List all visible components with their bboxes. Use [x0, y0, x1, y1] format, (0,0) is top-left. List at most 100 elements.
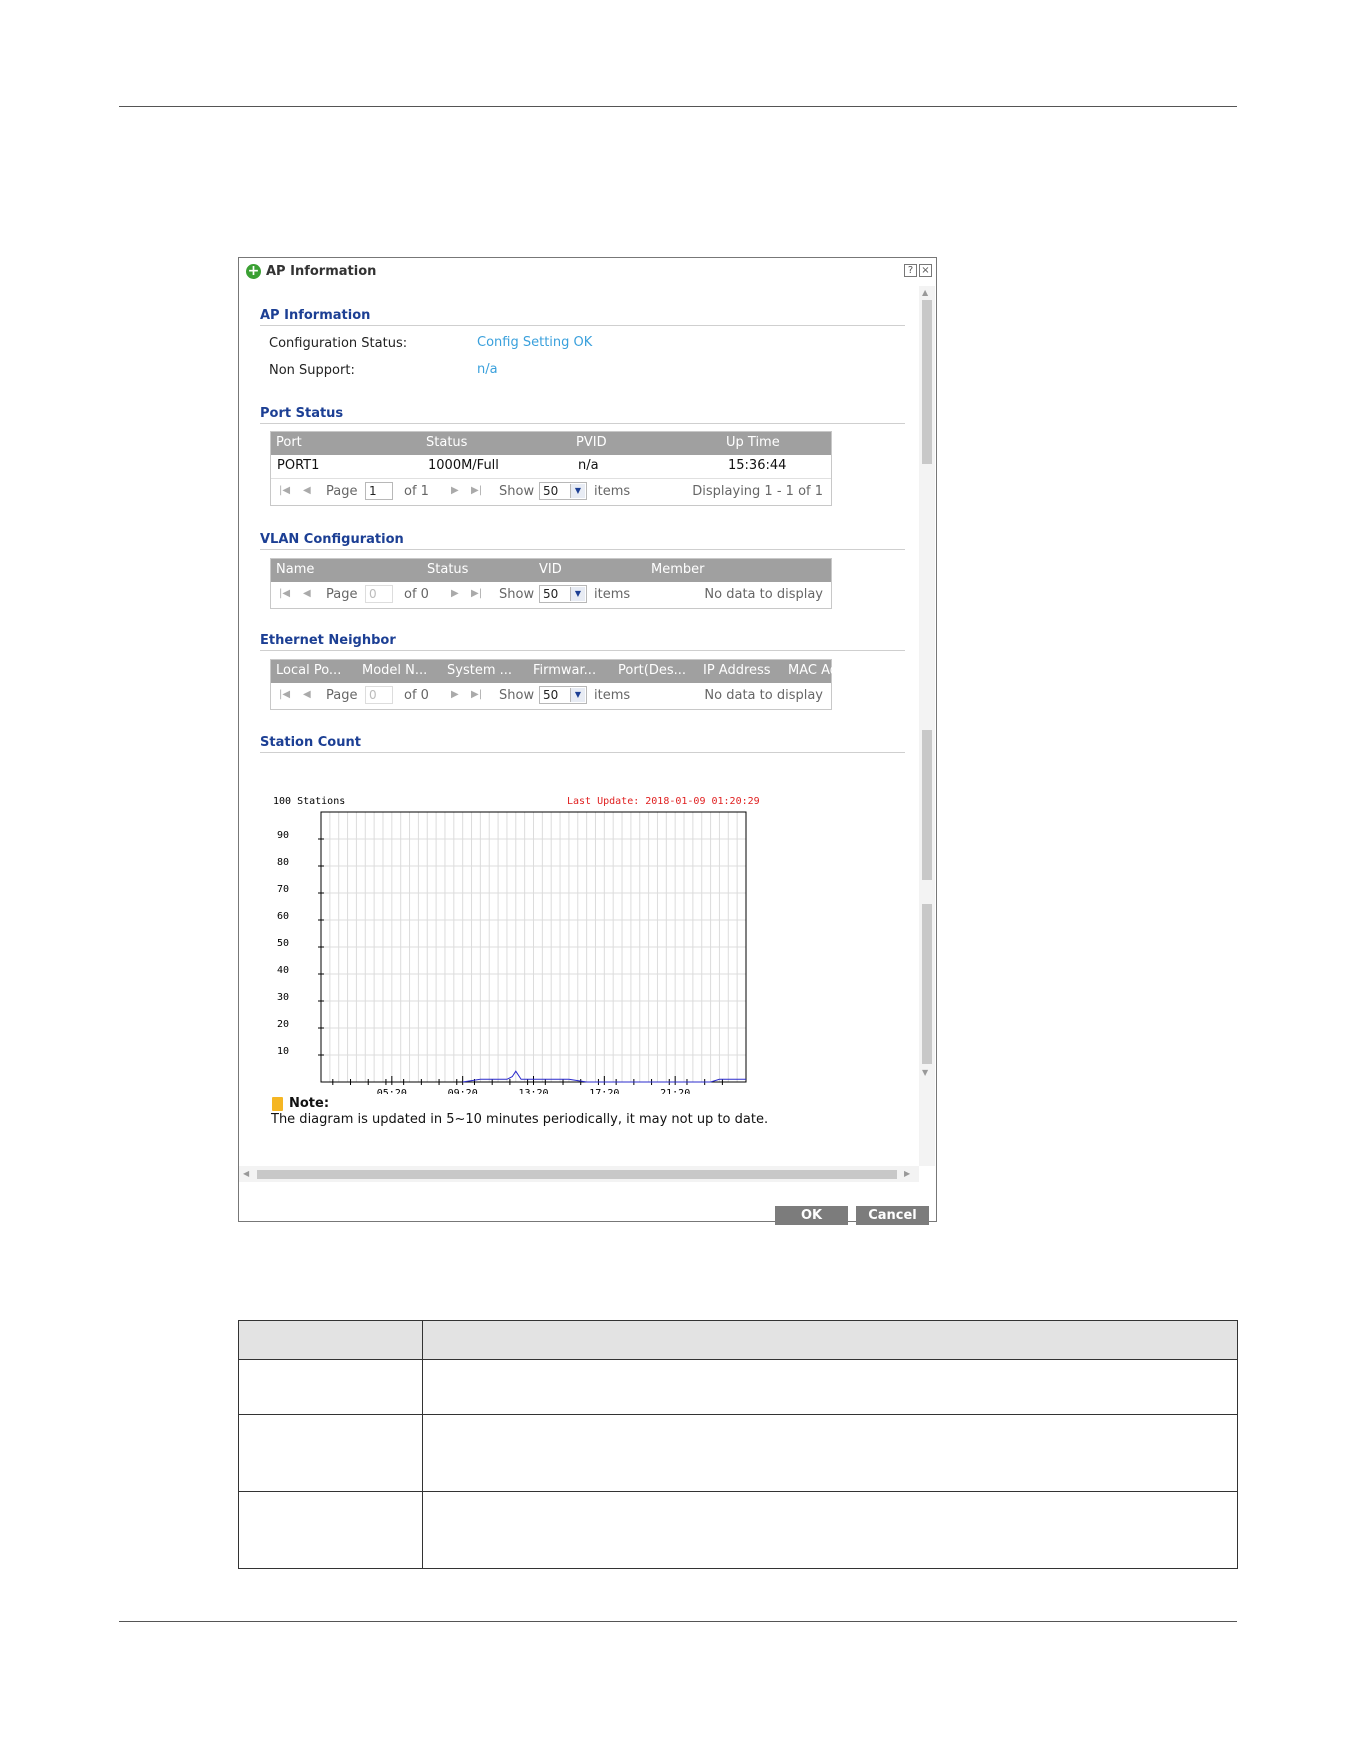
column-header-mac-address[interactable]: MAC Ad...: [788, 663, 850, 678]
column-header-member[interactable]: Member: [651, 562, 704, 577]
column-header-firmware[interactable]: Firmwar...: [533, 663, 596, 678]
cancel-button[interactable]: Cancel: [856, 1206, 929, 1225]
display-summary: No data to display: [704, 587, 823, 602]
scroll-left-icon[interactable]: ◀: [243, 1169, 249, 1178]
page-size-select[interactable]: 50 ▼: [539, 482, 587, 500]
items-label: items: [594, 688, 631, 703]
config-status-value: Config Setting OK: [477, 335, 593, 350]
vertical-scrollbar[interactable]: ▲ ▼: [919, 286, 935, 1166]
table-row: [238, 1491, 1238, 1569]
ap-information-dialog: + AP Information ? × AP Information Conf…: [238, 257, 937, 1225]
section-title-ap-information: AP Information: [260, 308, 905, 326]
vertical-scroll-track-segment[interactable]: [922, 730, 932, 880]
table-cell: [422, 1414, 1238, 1492]
y-tick-label: 40: [277, 965, 289, 976]
bottom-rule: [119, 1621, 1237, 1622]
x-tick-label: 09:20: [448, 1088, 478, 1094]
station-count-chart: 100 Stations Last Update: 2018-01-09 01:…: [273, 796, 760, 1094]
column-header-local-port[interactable]: Local Po...: [276, 663, 341, 678]
vertical-scroll-thumb[interactable]: [922, 300, 932, 464]
next-page-icon[interactable]: ▶: [451, 485, 459, 496]
column-header-up-time[interactable]: Up Time: [726, 435, 780, 450]
close-icon[interactable]: ×: [919, 264, 932, 277]
page-size-select[interactable]: 50 ▼: [539, 686, 587, 704]
chevron-down-icon[interactable]: ▼: [570, 587, 585, 601]
table-cell: [238, 1491, 423, 1569]
next-page-icon[interactable]: ▶: [451, 689, 459, 700]
y-tick-label: 90: [277, 830, 289, 841]
y-tick-label: 70: [277, 884, 289, 895]
page-size-value: 50: [543, 688, 559, 702]
page-of-label: of 0: [404, 688, 429, 703]
column-header-ip-address[interactable]: IP Address: [703, 663, 771, 678]
column-header-port[interactable]: Port: [276, 435, 302, 450]
non-support-value: n/a: [477, 362, 498, 377]
prev-page-icon[interactable]: ◀: [303, 689, 311, 700]
prev-page-icon[interactable]: ◀: [303, 485, 311, 496]
x-tick-label: 17:20: [589, 1088, 619, 1094]
vlan-grid: Name Status VID Member |◀ ◀ Page 0 of 0 …: [270, 558, 832, 609]
description-table: [238, 1320, 1238, 1569]
scroll-up-icon[interactable]: ▲: [922, 288, 928, 297]
last-page-icon[interactable]: ▶|: [471, 588, 482, 599]
table-cell: [238, 1414, 423, 1492]
dialog-content: AP Information Configuration Status: Con…: [239, 286, 919, 1166]
column-header-status[interactable]: Status: [426, 435, 467, 450]
help-icon[interactable]: ?: [904, 264, 917, 277]
table-cell: [238, 1359, 423, 1415]
page-label: Page: [326, 484, 358, 499]
horizontal-scroll-thumb[interactable]: [257, 1170, 897, 1179]
prev-page-icon[interactable]: ◀: [303, 588, 311, 599]
table-cell: [422, 1491, 1238, 1569]
column-header-pvid[interactable]: PVID: [576, 435, 607, 450]
y-tick-label: 50: [277, 938, 289, 949]
ethernet-neighbor-grid: Local Po... Model N... System ... Firmwa…: [270, 659, 850, 710]
page-size-select[interactable]: 50 ▼: [539, 585, 587, 603]
show-label: Show: [499, 484, 535, 499]
scroll-right-icon[interactable]: ▶: [904, 1169, 910, 1178]
first-page-icon[interactable]: |◀: [279, 485, 290, 496]
cell-up-time: 15:36:44: [728, 458, 787, 473]
column-header-status[interactable]: Status: [427, 562, 468, 577]
last-page-icon[interactable]: ▶|: [471, 485, 482, 496]
chevron-down-icon[interactable]: ▼: [570, 484, 585, 498]
display-summary: Displaying 1 - 1 of 1: [692, 484, 823, 499]
non-support-label: Non Support:: [269, 363, 355, 378]
column-header-vid[interactable]: VID: [539, 562, 562, 577]
page-of-label: of 0: [404, 587, 429, 602]
cell-status: 1000M/Full: [428, 458, 499, 473]
first-page-icon[interactable]: |◀: [279, 588, 290, 599]
y-tick-label: 80: [277, 857, 289, 868]
table-cell: [422, 1359, 1238, 1415]
x-tick-label: 13:20: [518, 1088, 548, 1094]
section-title-port-status: Port Status: [260, 406, 905, 424]
page-size-value: 50: [543, 484, 559, 498]
cell-port: PORT1: [277, 458, 320, 473]
column-header-name[interactable]: Name: [276, 562, 314, 577]
page-input[interactable]: 1: [365, 482, 393, 500]
table-row[interactable]: PORT1 1000M/Full n/a 15:36:44: [271, 455, 831, 479]
dialog-title: AP Information: [266, 264, 377, 279]
table-header-row: [238, 1320, 1238, 1360]
page-label: Page: [326, 688, 358, 703]
vertical-scroll-track-segment[interactable]: [922, 904, 932, 1064]
chevron-down-icon[interactable]: ▼: [570, 688, 585, 702]
column-header-model-name[interactable]: Model N...: [362, 663, 427, 678]
section-title-ethernet-neighbor: Ethernet Neighbor: [260, 633, 905, 651]
ok-button[interactable]: OK: [775, 1206, 848, 1225]
display-summary: No data to display: [704, 688, 823, 703]
page-input[interactable]: 0: [365, 585, 393, 603]
section-title-vlan-configuration: VLAN Configuration: [260, 532, 905, 550]
column-header-system-name[interactable]: System ...: [447, 663, 512, 678]
horizontal-scrollbar[interactable]: ◀ ▶: [239, 1166, 919, 1182]
dialog-titlebar: + AP Information ? ×: [239, 258, 936, 286]
next-page-icon[interactable]: ▶: [451, 588, 459, 599]
column-header-port-description[interactable]: Port(Des...: [618, 663, 686, 678]
page-input[interactable]: 0: [365, 686, 393, 704]
ethernet-neighbor-pager: |◀ ◀ Page 0 of 0 ▶ ▶| Show 50 ▼ items No…: [271, 683, 831, 709]
scroll-down-icon[interactable]: ▼: [922, 1068, 928, 1077]
y-tick-label: 10: [277, 1046, 289, 1057]
last-page-icon[interactable]: ▶|: [471, 689, 482, 700]
vlan-pager: |◀ ◀ Page 0 of 0 ▶ ▶| Show 50 ▼ items No…: [271, 582, 831, 608]
first-page-icon[interactable]: |◀: [279, 689, 290, 700]
